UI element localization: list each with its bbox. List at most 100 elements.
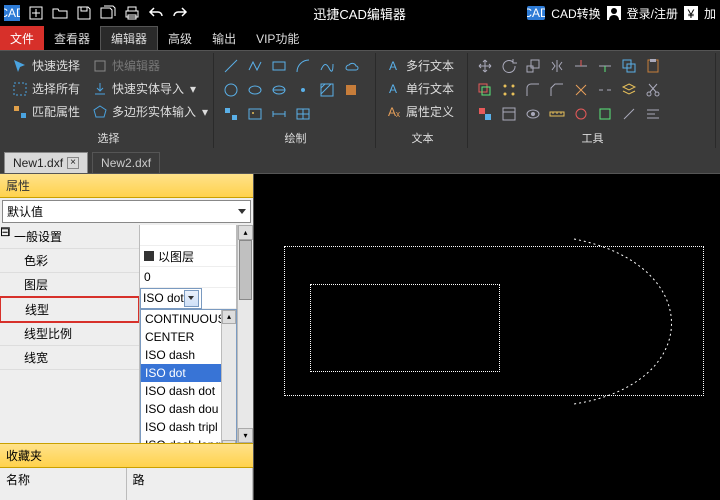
eye-tool[interactable]: [522, 103, 544, 125]
tool-b[interactable]: [594, 103, 616, 125]
dropdown-scrollbar[interactable]: ▴▾: [221, 310, 236, 443]
tab-new2[interactable]: New2.dxf: [92, 152, 160, 173]
title-bar: CAD 迅捷CAD编辑器 CAD CAD转换 登录/注册 ¥ 加: [0, 0, 720, 26]
open-icon[interactable]: [49, 2, 71, 24]
circle-tool[interactable]: [220, 79, 242, 101]
favorites-title[interactable]: 收藏夹: [0, 443, 253, 468]
tools-grid: [474, 55, 664, 128]
svg-text:A: A: [389, 59, 397, 73]
prop-layer[interactable]: 图层: [0, 273, 54, 296]
menu-viewer[interactable]: 查看器: [44, 26, 100, 50]
chamfer-tool[interactable]: [546, 79, 568, 101]
array-tool[interactable]: [498, 79, 520, 101]
cad-badge-icon: CAD: [527, 6, 545, 20]
quick-select-button[interactable]: 快速选择: [8, 55, 84, 76]
image-tool[interactable]: [244, 103, 266, 125]
dropdown-arrow-icon[interactable]: [184, 290, 199, 307]
cloud-tool[interactable]: [340, 55, 362, 77]
entity-import-button[interactable]: 快速实体导入▾: [88, 78, 212, 99]
quick-edit-icon: [92, 58, 108, 74]
undo-icon[interactable]: [145, 2, 167, 24]
select-all-button[interactable]: 选择所有: [8, 78, 84, 99]
region-tool[interactable]: [340, 79, 362, 101]
paste-tool[interactable]: [642, 55, 664, 77]
move-tool[interactable]: [474, 55, 496, 77]
save-icon[interactable]: [73, 2, 95, 24]
mtext-button[interactable]: A多行文本: [382, 55, 458, 76]
scale-tool[interactable]: [522, 55, 544, 77]
arc-tool[interactable]: [292, 55, 314, 77]
fillet-tool[interactable]: [522, 79, 544, 101]
text-button[interactable]: A单行文本: [382, 78, 458, 99]
scroll-up-icon[interactable]: ▴: [238, 225, 253, 240]
measure-tool[interactable]: [546, 103, 568, 125]
block-tool[interactable]: [220, 103, 242, 125]
match-props-button[interactable]: 匹配属性: [8, 101, 84, 122]
line-tool[interactable]: [220, 55, 242, 77]
val-layer[interactable]: 0: [140, 267, 236, 288]
default-combo[interactable]: 默认值: [2, 200, 251, 223]
break-tool[interactable]: [594, 79, 616, 101]
point-tool[interactable]: [292, 79, 314, 101]
close-icon[interactable]: ×: [67, 157, 79, 169]
app-title: 迅捷CAD编辑器: [192, 4, 527, 23]
new-icon[interactable]: [25, 2, 47, 24]
group-label-draw: 绘制: [220, 128, 371, 146]
scroll-down-icon[interactable]: ▾: [238, 428, 253, 443]
document-tabs: New1.dxf× New2.dxf: [0, 150, 720, 174]
trim-tool[interactable]: [570, 55, 592, 77]
tab-new1[interactable]: New1.dxf×: [4, 152, 88, 173]
fav-col-name: 名称: [0, 468, 127, 500]
menu-advanced[interactable]: 高级: [158, 26, 202, 50]
panel-scrollbar[interactable]: ▴ ▾: [237, 225, 253, 443]
scrollbar-thumb[interactable]: [239, 240, 252, 300]
attrdef-button[interactable]: Aₓ属性定义: [382, 101, 458, 122]
menu-file[interactable]: 文件: [0, 26, 44, 50]
cut-tool[interactable]: [642, 79, 664, 101]
prop-linetype[interactable]: 线型: [1, 298, 55, 321]
rotate-tool[interactable]: [498, 55, 520, 77]
drawing-canvas[interactable]: [254, 174, 720, 500]
prop-lweight[interactable]: 线宽: [0, 346, 54, 369]
dim-tool[interactable]: [268, 103, 290, 125]
polygon-input-button[interactable]: 多边形实体输入▾: [88, 101, 212, 122]
val-color[interactable]: 以图层: [140, 246, 236, 267]
copy-tool[interactable]: [618, 55, 640, 77]
buy-button[interactable]: 加: [704, 5, 716, 22]
rect-tool[interactable]: [268, 55, 290, 77]
extend-tool[interactable]: [594, 55, 616, 77]
props-tool[interactable]: [498, 103, 520, 125]
spline-tool[interactable]: [316, 55, 338, 77]
section-general[interactable]: 一般设置: [10, 225, 68, 248]
prop-ltscale[interactable]: 线型比例: [0, 322, 78, 345]
login-button[interactable]: 登录/注册: [627, 5, 678, 22]
tool-a[interactable]: [570, 103, 592, 125]
menu-output[interactable]: 输出: [202, 26, 246, 50]
prop-color[interactable]: 色彩: [0, 249, 54, 272]
mirror-tool[interactable]: [546, 55, 568, 77]
hatch-tool[interactable]: [316, 79, 338, 101]
svg-text:Aₓ: Aₓ: [388, 105, 400, 119]
properties-panel: 属性 默认值 ⊟一般设置 色彩 图层 线型 线型比例 线宽 以图层 0 ISO …: [0, 174, 254, 500]
ellipse2-tool[interactable]: [268, 79, 290, 101]
offset-tool[interactable]: [474, 79, 496, 101]
polyline-tool[interactable]: [244, 55, 266, 77]
ellipse-tool[interactable]: [244, 79, 266, 101]
align-tool[interactable]: [642, 103, 664, 125]
saveall-icon[interactable]: [97, 2, 119, 24]
menu-editor[interactable]: 编辑器: [100, 26, 158, 50]
color-tool[interactable]: [474, 103, 496, 125]
layer-tool[interactable]: [618, 79, 640, 101]
ribbon: 快速选择 选择所有 匹配属性 快编辑器 快速实体导入▾ 多边形实体输入▾ 选择: [0, 50, 720, 150]
redo-icon[interactable]: [169, 2, 191, 24]
chevron-down-icon: [238, 209, 246, 214]
explode-tool[interactable]: [570, 79, 592, 101]
table-tool[interactable]: [292, 103, 314, 125]
cad-convert-button[interactable]: CAD转换: [551, 5, 600, 22]
val-linetype[interactable]: ISO dot: [140, 288, 236, 309]
print-icon[interactable]: [121, 2, 143, 24]
import-icon: [92, 81, 108, 97]
tool-c[interactable]: [618, 103, 640, 125]
cursor-icon: [12, 58, 28, 74]
menu-vip[interactable]: VIP功能: [246, 26, 309, 50]
